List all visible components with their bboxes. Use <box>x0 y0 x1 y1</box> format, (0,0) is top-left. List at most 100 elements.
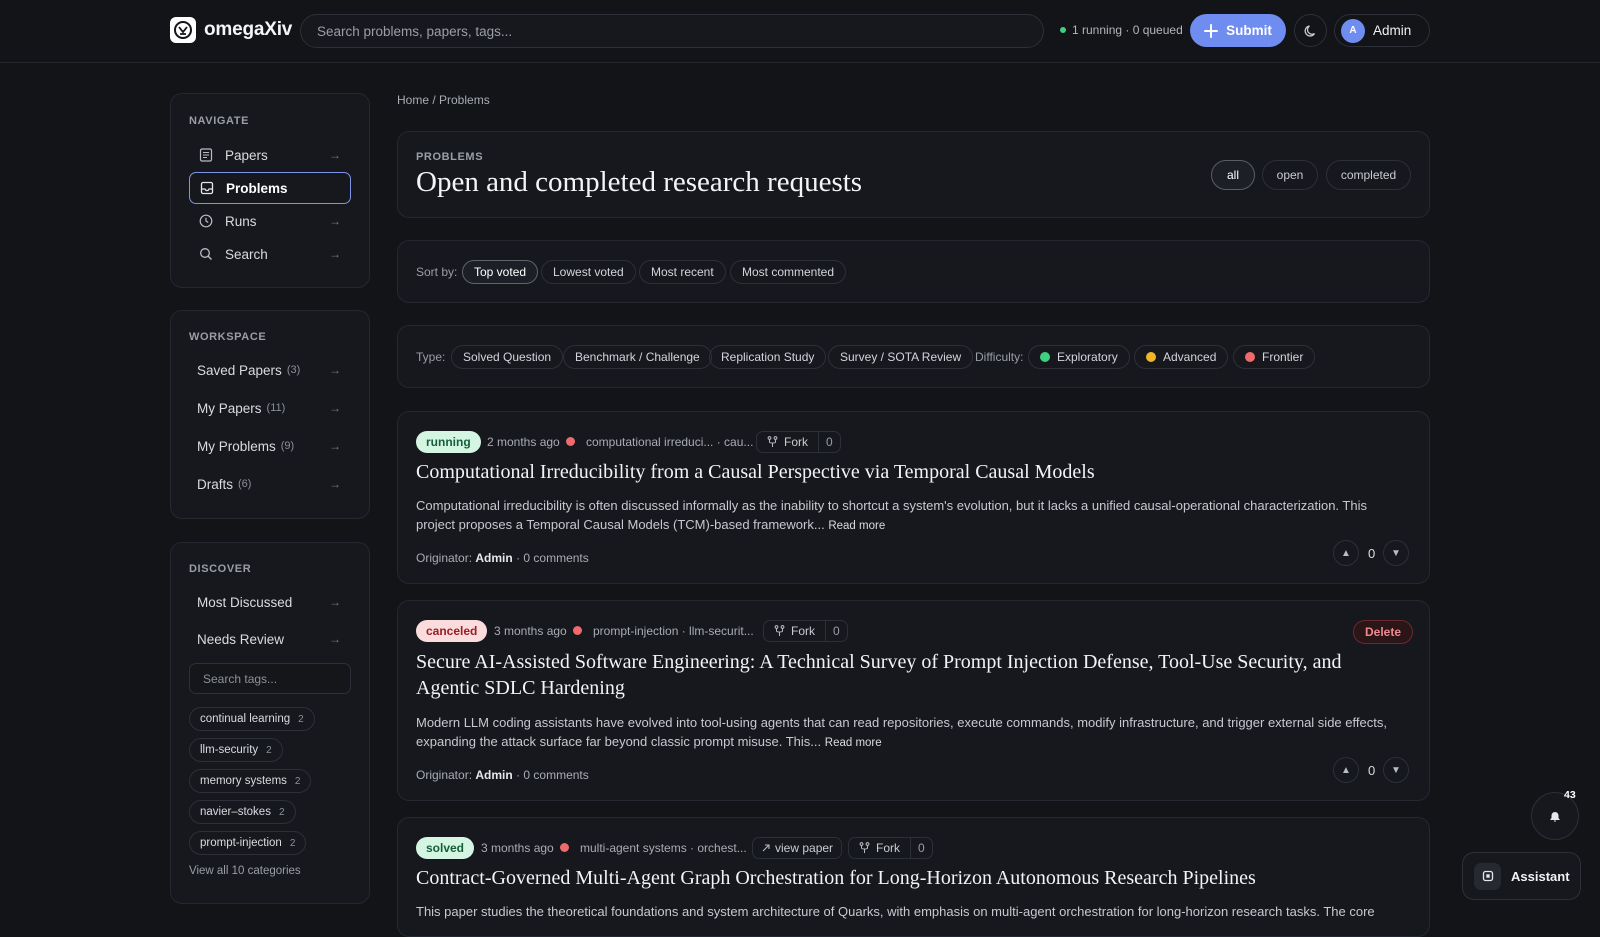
user-name: Admin <box>1373 23 1412 38</box>
arrow-right-icon: → <box>329 595 341 609</box>
user-menu-button[interactable]: A Admin <box>1334 14 1430 47</box>
difficulty-label: Difficulty: <box>975 350 1024 364</box>
sort-most-recent-button[interactable]: Most recent <box>639 260 726 284</box>
problem-tags[interactable]: prompt-injection · llm-securit... <box>593 624 754 638</box>
page-header-card: PROBLEMS Open and completed research req… <box>397 131 1430 218</box>
sidebar-item-needs-review[interactable]: Needs Review → <box>189 624 351 654</box>
upvote-button[interactable]: ▲ <box>1333 757 1359 783</box>
sort-most-commented-button[interactable]: Most commented <box>730 260 847 284</box>
sidebar-item-runs[interactable]: Runs → <box>189 205 351 237</box>
filter-bar: Type: Solved Question Benchmark / Challe… <box>397 325 1430 388</box>
logo[interactable]: omegaXiv <box>170 17 292 43</box>
fork-button[interactable]: Fork 0 <box>848 837 933 859</box>
problem-title[interactable]: Secure AI-Assisted Software Engineering:… <box>416 649 1396 701</box>
view-paper-button[interactable]: view paper <box>752 837 843 859</box>
type-solved-question-chip[interactable]: Solved Question <box>451 345 564 369</box>
global-search[interactable] <box>300 14 1044 48</box>
type-survey-chip[interactable]: Survey / SOTA Review <box>828 345 974 369</box>
difficulty-frontier-chip[interactable]: Frontier <box>1233 345 1316 369</box>
originator-name[interactable]: Admin <box>475 768 512 782</box>
originator-label: Originator: <box>416 551 473 565</box>
problem-summary: Computational irreducibility is often di… <box>416 496 1391 536</box>
difficulty-advanced-chip[interactable]: Advanced <box>1134 345 1229 369</box>
fork-button[interactable]: Fork 0 <box>756 431 841 453</box>
read-more-link[interactable]: Read more <box>828 520 885 532</box>
theme-toggle-button[interactable] <box>1294 14 1327 47</box>
fork-label: Fork <box>784 435 808 449</box>
problem-title[interactable]: Contract-Governed Multi-Agent Graph Orch… <box>416 865 1396 891</box>
arrow-right-icon: → <box>329 363 341 377</box>
breadcrumb[interactable]: Home / Problems <box>397 93 490 107</box>
downvote-button[interactable]: ▼ <box>1383 757 1409 783</box>
difficulty-dot-icon <box>560 843 569 852</box>
sidebar-item-papers[interactable]: Papers → <box>189 139 351 171</box>
tag-chip[interactable]: memory systems 2 <box>189 769 312 793</box>
tag-search-input[interactable] <box>201 670 350 687</box>
app-name: omegaXiv <box>204 19 293 40</box>
sidebar-item-saved-papers[interactable]: Saved Papers (3) → <box>189 355 351 385</box>
sort-top-voted-button[interactable]: Top voted <box>462 260 539 284</box>
filter-completed-button[interactable]: completed <box>1326 160 1411 190</box>
global-search-input[interactable] <box>315 22 1043 40</box>
bell-icon <box>1550 811 1560 821</box>
sidebar-item-most-discussed[interactable]: Most Discussed → <box>189 587 351 617</box>
sidebar-item-label: Most Discussed <box>197 594 293 610</box>
tag-count: 2 <box>294 775 301 787</box>
originator-name[interactable]: Admin <box>475 551 512 565</box>
tag-chip[interactable]: continual learning 2 <box>189 707 315 731</box>
fork-button[interactable]: Fork 0 <box>763 620 848 642</box>
problem-summary: Modern LLM coding assistants have evolve… <box>416 713 1391 753</box>
tag-chip[interactable]: llm-security 2 <box>189 738 283 762</box>
type-label: Type: <box>416 350 446 364</box>
tag-label: llm-security <box>200 744 259 756</box>
fork-icon <box>774 625 785 636</box>
sidebar-item-drafts[interactable]: Drafts (6) → <box>189 469 351 499</box>
tag-chip[interactable]: prompt-injection 2 <box>189 831 307 855</box>
workspace-panel: WORKSPACE Saved Papers (3) → My Papers (… <box>170 310 370 519</box>
read-more-link[interactable]: Read more <box>825 737 882 749</box>
difficulty-exploratory-chip[interactable]: Exploratory <box>1028 345 1130 369</box>
comments-count[interactable]: · 0 comments <box>516 551 589 565</box>
fork-label: Fork <box>791 624 815 638</box>
running-dot-icon <box>1060 27 1066 33</box>
sidebar-item-my-problems[interactable]: My Problems (9) → <box>189 431 351 461</box>
view-all-categories-link[interactable]: View all 10 categories <box>189 865 301 877</box>
problem-tags[interactable]: computational irreduci... · cau... <box>586 435 753 449</box>
submit-button[interactable]: Submit <box>1190 14 1286 47</box>
sidebar-item-search[interactable]: Search → <box>189 238 351 270</box>
tag-count: 2 <box>278 806 285 818</box>
navigate-heading: NAVIGATE <box>189 115 250 127</box>
sidebar-item-label: My Problems <box>197 438 276 454</box>
item-count: (6) <box>238 478 252 490</box>
upvote-button[interactable]: ▲ <box>1333 540 1359 566</box>
workspace-heading: WORKSPACE <box>189 331 267 343</box>
sidebar-item-problems[interactable]: Problems <box>189 172 351 204</box>
tag-search[interactable] <box>189 663 351 694</box>
filter-all-button[interactable]: all <box>1211 160 1255 190</box>
delete-button[interactable]: Delete <box>1353 620 1414 644</box>
downvote-button[interactable]: ▼ <box>1383 540 1409 566</box>
external-link-icon <box>762 844 770 852</box>
sidebar-item-my-papers[interactable]: My Papers (11) → <box>189 393 351 423</box>
tag-chip[interactable]: navier–stokes 2 <box>189 800 296 824</box>
tag-label: memory systems <box>200 775 287 787</box>
queue-status-text: 1 running · 0 queued <box>1072 23 1183 37</box>
filter-open-button[interactable]: open <box>1262 160 1318 190</box>
sidebar-item-label: Search <box>225 246 268 262</box>
type-benchmark-chip[interactable]: Benchmark / Challenge <box>563 345 712 369</box>
arrow-right-icon: → <box>329 401 341 415</box>
arrow-right-icon: → <box>329 439 341 453</box>
sort-lowest-voted-button[interactable]: Lowest voted <box>541 260 636 284</box>
item-count: (11) <box>266 402 286 414</box>
difficulty-dot-icon <box>573 626 582 635</box>
page-title: Open and completed research requests <box>416 166 863 198</box>
problem-time: 2 months ago <box>487 435 560 449</box>
assistant-button[interactable]: Assistant <box>1462 852 1581 900</box>
fork-count: 0 <box>918 841 925 855</box>
type-replication-study-chip[interactable]: Replication Study <box>709 345 827 369</box>
comments-count[interactable]: · 0 comments <box>516 768 589 782</box>
inbox-icon <box>200 181 214 195</box>
sort-bar: Sort by: Top voted Lowest voted Most rec… <box>397 240 1430 303</box>
problem-title[interactable]: Computational Irreducibility from a Caus… <box>416 459 1396 485</box>
problem-tags[interactable]: multi-agent systems · orchest... <box>580 841 747 855</box>
